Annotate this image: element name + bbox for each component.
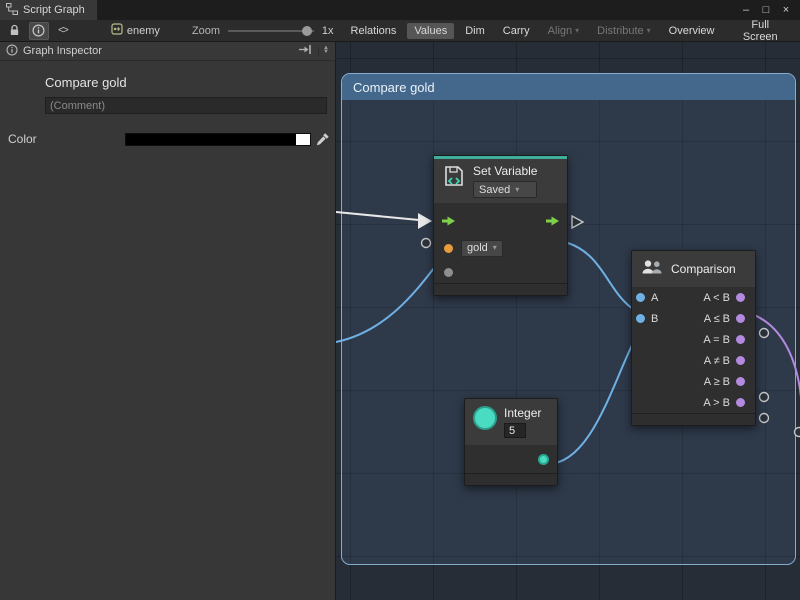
graph-title: Compare gold xyxy=(45,75,335,90)
inspector-header-title: Graph Inspector xyxy=(23,45,102,57)
zoom-slider-handle[interactable] xyxy=(302,26,312,36)
node-title: Integer xyxy=(504,406,541,420)
graph-canvas[interactable]: Compare gold Set Variable xyxy=(335,42,800,600)
comparison-header[interactable]: Comparison xyxy=(632,251,755,287)
values-button[interactable]: Values xyxy=(407,23,454,39)
chevron-down-icon: ▾ xyxy=(575,27,579,35)
integer-body xyxy=(465,445,557,473)
output-label: A = B xyxy=(703,334,730,346)
align-button[interactable]: Align ▾ xyxy=(541,23,586,39)
script-graph-icon xyxy=(6,3,18,18)
integer-value-field[interactable]: 5 xyxy=(504,423,526,438)
code-view-button[interactable]: <> xyxy=(53,22,73,40)
output-port-a-less-b[interactable] xyxy=(736,293,745,302)
chevron-down-icon: ▾ xyxy=(493,244,497,252)
color-field-label: Color xyxy=(8,132,125,146)
minimize-button[interactable]: – xyxy=(738,2,754,18)
set-variable-body: gold ▾ xyxy=(434,203,567,283)
integer-output-port[interactable] xyxy=(538,454,549,465)
zoom-label: Zoom xyxy=(192,25,220,37)
output-port-a-neq-b[interactable] xyxy=(736,356,745,365)
node-title: Comparison xyxy=(671,262,736,276)
tab-label: Script Graph xyxy=(23,4,85,16)
comparison-body: A A < B B A ≤ B A = B A ≠ B xyxy=(632,287,755,413)
comment-input[interactable] xyxy=(45,97,327,114)
relations-button[interactable]: Relations xyxy=(344,23,404,39)
node-title: Set Variable xyxy=(473,164,537,178)
graph-inspector-header: Graph Inspector ▲ ▼ xyxy=(0,42,335,61)
align-label: Align xyxy=(548,25,572,37)
window-controls: – □ × xyxy=(738,2,800,18)
scroll-down-icon[interactable]: ▼ xyxy=(323,51,329,55)
node-footer xyxy=(465,473,557,485)
flow-input-port[interactable] xyxy=(441,215,456,230)
input-label: A xyxy=(651,292,658,304)
output-port-a-gt-b[interactable] xyxy=(736,398,745,407)
variable-select-dropdown[interactable]: gold ▾ xyxy=(461,240,503,257)
output-port-a-eq-b[interactable] xyxy=(736,335,745,344)
close-button[interactable]: × xyxy=(778,2,794,18)
maximize-button[interactable]: □ xyxy=(758,2,774,18)
node-footer xyxy=(632,413,755,425)
lock-icon xyxy=(8,24,21,37)
output-port-a-lte-b[interactable] xyxy=(736,314,745,323)
variable-select-value: gold xyxy=(467,242,488,254)
flow-output-port[interactable] xyxy=(545,215,560,230)
integer-header[interactable]: Integer 5 xyxy=(465,399,557,445)
zoom-value: 1x xyxy=(322,25,334,37)
titlebar: Script Graph – □ × xyxy=(0,0,800,20)
lock-button[interactable] xyxy=(5,22,25,40)
integer-icon xyxy=(473,406,497,430)
distribute-button[interactable]: Distribute ▾ xyxy=(590,23,657,39)
node-comparison[interactable]: Comparison A A < B B A ≤ B A = B xyxy=(631,250,756,426)
dim-button[interactable]: Dim xyxy=(458,23,492,39)
variable-name-port[interactable] xyxy=(444,244,453,253)
graph-inspector-panel: Graph Inspector ▲ ▼ Compare gold Color xyxy=(0,42,335,600)
node-footer xyxy=(434,283,567,295)
fullscreen-button[interactable]: Full Screen xyxy=(725,17,795,45)
color-swatch-alpha xyxy=(296,134,310,145)
comparison-icon xyxy=(640,259,664,279)
set-variable-header[interactable]: Set Variable Saved ▾ xyxy=(434,156,567,203)
info-icon xyxy=(32,24,45,37)
output-label: A ≠ B xyxy=(704,355,730,367)
overview-button[interactable]: Overview xyxy=(662,23,722,39)
tab-script-graph[interactable]: Script Graph xyxy=(0,0,97,20)
chevron-down-icon: ▾ xyxy=(515,186,519,194)
variable-scope-value: Saved xyxy=(479,184,510,196)
panel-scroll-spinner[interactable]: ▲ ▼ xyxy=(318,47,329,54)
color-field-row: Color xyxy=(0,132,335,146)
dock-icon[interactable] xyxy=(298,44,312,58)
chevron-down-icon: ▾ xyxy=(647,27,651,35)
output-label: A < B xyxy=(703,292,730,304)
distribute-label: Distribute xyxy=(597,25,643,37)
zoom-slider[interactable] xyxy=(228,24,314,38)
group-title: Compare gold xyxy=(353,80,435,95)
graph-owner: enemy xyxy=(111,23,160,38)
graph-toolbar: <> enemy Zoom 1x Relations Values Dim Ca… xyxy=(0,20,800,42)
info-icon xyxy=(6,44,18,59)
graph-owner-label: enemy xyxy=(127,25,160,37)
input-label: B xyxy=(651,313,658,325)
color-swatch[interactable] xyxy=(125,133,311,146)
input-port-b[interactable] xyxy=(636,314,645,323)
output-label: A > B xyxy=(703,397,730,409)
carry-button[interactable]: Carry xyxy=(496,23,537,39)
save-variable-icon xyxy=(442,164,466,191)
group-header[interactable]: Compare gold xyxy=(342,74,795,100)
output-label: A ≤ B xyxy=(704,313,730,325)
value-input-port[interactable] xyxy=(444,268,453,277)
output-port-a-gte-b[interactable] xyxy=(736,377,745,386)
node-integer[interactable]: Integer 5 xyxy=(464,398,558,486)
machine-icon xyxy=(111,23,123,38)
input-port-a[interactable] xyxy=(636,293,645,302)
node-set-variable[interactable]: Set Variable Saved ▾ gold ▾ xyxy=(433,155,568,296)
code-icon: <> xyxy=(58,25,68,36)
output-label: A ≥ B xyxy=(704,376,730,388)
variable-scope-dropdown[interactable]: Saved ▾ xyxy=(473,181,537,198)
eyedropper-icon[interactable] xyxy=(316,132,330,146)
inspect-button[interactable] xyxy=(29,22,49,40)
